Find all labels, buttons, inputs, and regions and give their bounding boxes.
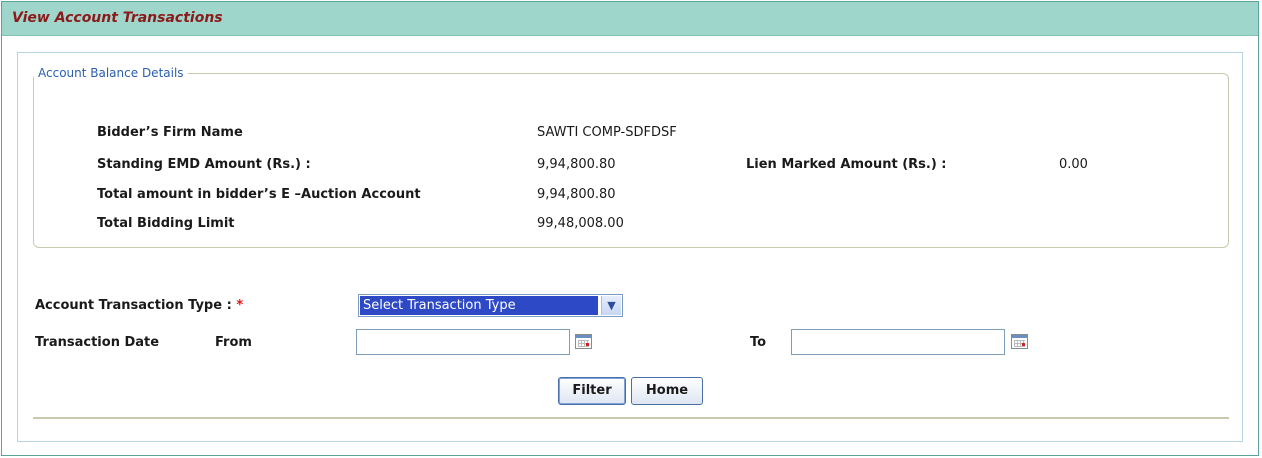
page-title: View Account Transactions — [12, 10, 223, 26]
divider — [33, 417, 1229, 419]
chevron-down-icon[interactable]: ▼ — [601, 296, 621, 315]
account-balance-details: Account Balance Details Bidder’s Firm Na… — [33, 66, 1229, 248]
transaction-type-selected: Select Transaction Type — [360, 296, 598, 315]
total-amount-value: 9,94,800.80 — [537, 187, 616, 202]
calendar-icon[interactable] — [575, 334, 592, 349]
total-amount-label: Total amount in bidder’s E –Auction Acco… — [97, 187, 421, 202]
to-date-input[interactable] — [791, 329, 1005, 355]
required-marker: * — [236, 298, 244, 313]
transaction-date-label: Transaction Date — [35, 335, 160, 350]
firm-name-value: SAWTI COMP-SDFDSF — [537, 125, 677, 140]
standing-emd-value: 9,94,800.80 — [537, 157, 616, 172]
total-bidding-limit-value: 99,48,008.00 — [537, 216, 624, 231]
view-account-transactions-panel: View Account Transactions Account Balanc… — [1, 1, 1259, 456]
lien-marked-label: Lien Marked Amount (Rs.) : — [746, 157, 947, 172]
panel-header: View Account Transactions — [2, 2, 1258, 36]
calendar-icon[interactable] — [1011, 334, 1028, 349]
content-area: Account Balance Details Bidder’s Firm Na… — [17, 52, 1243, 442]
home-button[interactable]: Home — [631, 377, 703, 405]
from-date-input[interactable] — [356, 329, 570, 355]
lien-marked-value: 0.00 — [1059, 157, 1088, 172]
transaction-type-label-text: Account Transaction Type : — [35, 298, 232, 313]
firm-name-label: Bidder’s Firm Name — [97, 125, 243, 140]
total-bidding-limit-label: Total Bidding Limit — [97, 216, 235, 231]
transaction-type-label: Account Transaction Type : * — [35, 298, 243, 313]
to-label: To — [750, 335, 767, 350]
account-balance-legend: Account Balance Details — [38, 66, 184, 80]
transaction-type-select[interactable]: Select Transaction Type ▼ — [358, 294, 623, 317]
standing-emd-label: Standing EMD Amount (Rs.) : — [97, 157, 311, 172]
filter-button[interactable]: Filter — [558, 377, 626, 405]
from-label: From — [215, 335, 252, 350]
